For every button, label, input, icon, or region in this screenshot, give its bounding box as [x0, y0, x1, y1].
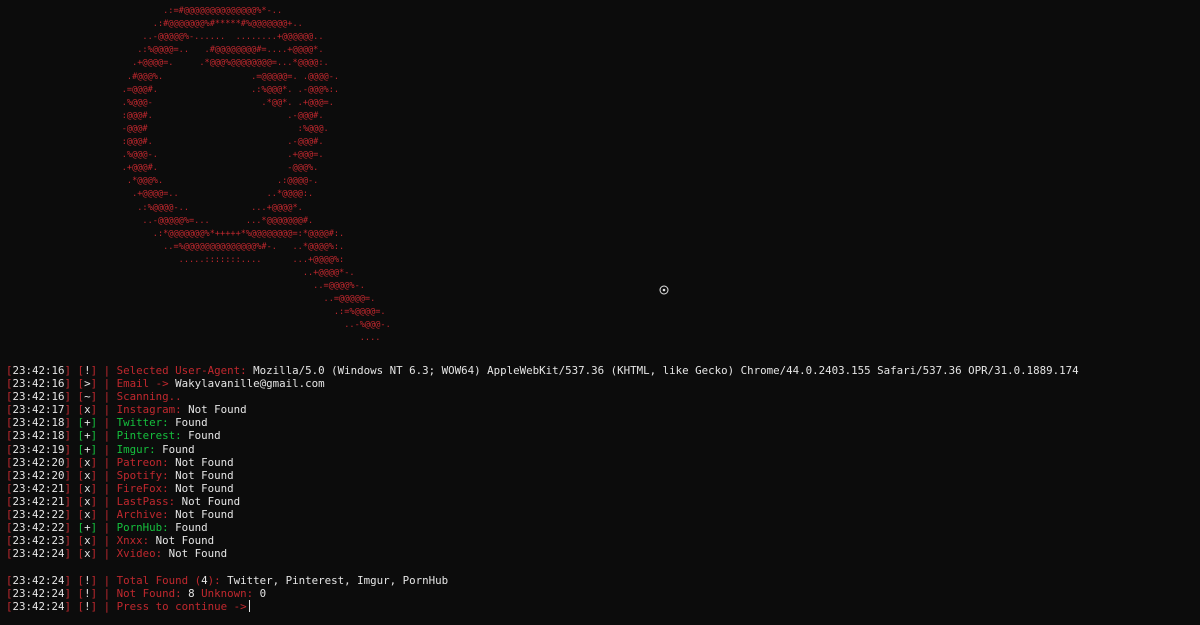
log-timestamp: 23:42:17: [12, 403, 65, 417]
summary-unknown-count: 0: [253, 586, 267, 600]
log-line: [23:42:17] [x] | Instagram: Not Found: [6, 403, 247, 417]
log-timestamp: 23:42:19: [12, 442, 65, 456]
log-timestamp: 23:42:16: [12, 390, 65, 404]
prompt-label: Press to continue ->: [116, 599, 247, 613]
log-line: [23:42:16] [!] | Selected User-Agent: Mo…: [6, 364, 1079, 377]
log-line: [23:42:20] [x] | Spotify: Not Found: [6, 468, 234, 482]
log-value: Wakylavanille@gmail.com: [175, 377, 325, 391]
log-timestamp: 23:42:22: [12, 508, 65, 522]
log-value: Not Found: [188, 403, 247, 417]
summary-total-found: [23:42:24] [!] | Total Found (4): Twitte…: [6, 573, 449, 587]
log-timestamp: 23:42:18: [12, 416, 65, 430]
log-label: Archive:: [116, 508, 169, 522]
log-line: [23:42:23] [x] | Xnxx: Not Found: [6, 534, 215, 548]
log-value: Found: [162, 442, 195, 456]
log-label: Email ->: [116, 377, 169, 391]
summary-label: Not Found:: [116, 586, 182, 600]
summary-count: 8: [181, 586, 195, 600]
log-value: Not Found: [175, 508, 234, 522]
log-timestamp: 23:42:24: [12, 586, 65, 600]
log-line: [23:42:22] [x] | Archive: Not Found: [6, 508, 234, 522]
summary-found-list: Twitter, Pinterest, Imgur, PornHub: [227, 573, 449, 587]
terminal-window[interactable]: ...:----:... .:=#@@@@@@@@@@@@@@%*-.. .:#…: [0, 0, 1200, 625]
log-value: Not Found: [181, 494, 241, 508]
log-timestamp: 23:42:21: [12, 494, 65, 508]
log-line: [23:42:18] [+] | Twitter: Found: [6, 416, 208, 430]
ascii-art-magnifier-logo: ...:----:... .:=#@@@@@@@@@@@@@@%*-.. .:#…: [121, 0, 391, 344]
text-cursor[interactable]: [248, 599, 250, 612]
log-label: Selected User-Agent:: [116, 364, 247, 377]
log-timestamp: 23:42:22: [12, 521, 65, 535]
log-line: [23:42:20] [x] | Patreon: Not Found: [6, 455, 234, 469]
log-value: Not Found: [175, 481, 234, 495]
log-label: PornHub:: [116, 521, 169, 535]
log-line: [23:42:21] [x] | LastPass: Not Found: [6, 494, 241, 508]
log-value: Not Found: [175, 468, 234, 482]
log-label: Xvideo:: [116, 547, 163, 561]
log-label: Pinterest:: [116, 429, 182, 443]
log-timestamp: 23:42:20: [12, 455, 65, 469]
log-label: FireFox:: [116, 481, 169, 495]
log-label: Xnxx:: [116, 534, 150, 548]
log-value: Found: [188, 429, 221, 443]
summary-not-found: [23:42:24] [!] | Not Found: 8 Unknown: 0: [6, 586, 267, 600]
log-label: Spotify:: [116, 468, 169, 482]
log-value: Not Found: [168, 547, 228, 561]
log-value: Mozilla/5.0 (Windows NT 6.3; WOW64) Appl…: [253, 364, 1079, 377]
log-timestamp: 23:42:24: [12, 547, 65, 561]
log-timestamp: 23:42:23: [12, 534, 65, 548]
log-timestamp: 23:42:24: [12, 573, 65, 587]
log-line: [23:42:18] [+] | Pinterest: Found: [6, 429, 221, 443]
log-label: Patreon:: [116, 455, 169, 469]
log-label: Twitter:: [116, 416, 169, 430]
summary-unknown-label: Unknown:: [194, 586, 254, 600]
log-value: Not Found: [155, 534, 215, 548]
log-label: Instagram:: [116, 403, 182, 417]
log-line: [23:42:19] [+] | Imgur: Found: [6, 442, 195, 456]
log-timestamp: 23:42:18: [12, 429, 65, 443]
summary-label: Total Found: [116, 573, 189, 587]
log-timestamp: 23:42:20: [12, 468, 65, 482]
scan-log: [23:42:16] [!] | Selected User-Agent: Mo…: [6, 364, 1079, 613]
log-timestamp: 23:42:16: [12, 377, 65, 391]
log-line: [23:42:21] [x] | FireFox: Not Found: [6, 481, 234, 495]
log-line: [23:42:24] [x] | Xvideo: Not Found: [6, 547, 228, 561]
log-line: [23:42:16] [~] | Scanning..: [6, 390, 182, 404]
continue-prompt[interactable]: [23:42:24] [!] | Press to continue ->: [6, 599, 1079, 613]
log-value: Not Found: [175, 455, 234, 469]
log-value: Found: [175, 416, 208, 430]
crosshair-cursor-icon: [659, 285, 669, 295]
log-timestamp: 23:42:24: [12, 599, 65, 613]
log-line: [23:42:22] [+] | PornHub: Found: [6, 521, 208, 535]
log-label: LastPass:: [116, 494, 176, 508]
log-timestamp: 23:42:16: [12, 364, 65, 377]
log-line: [23:42:16] [>] | Email -> Wakylavanille@…: [6, 377, 325, 391]
log-timestamp: 23:42:21: [12, 481, 65, 495]
log-value: Found: [175, 521, 208, 535]
log-label: Imgur:: [116, 442, 156, 456]
log-label: Scanning..: [116, 390, 182, 404]
